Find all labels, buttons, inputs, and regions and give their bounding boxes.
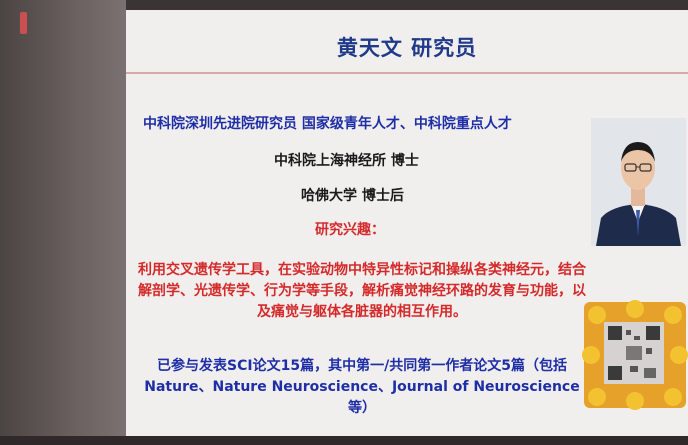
room-left-wall	[0, 0, 126, 445]
room-bottom-edge	[0, 436, 688, 445]
presentation-slide: 黄天文 研究员 中科院深圳先进院研究员 国家级青年人才、中科院重点人才 中科院上…	[126, 10, 688, 436]
portrait-photo	[591, 118, 686, 246]
phd-line: 中科院上海神经所 博士	[274, 153, 419, 169]
qr-code-sunflower	[582, 300, 688, 410]
slide-title: 黄天文 研究员	[336, 36, 478, 60]
title-divider	[126, 72, 688, 74]
publications-paragraph: 已参与发表SCI论文15篇，其中第一/共同第一作者论文5篇（包括Nature、N…	[144, 358, 580, 416]
postdoc-line: 哈佛大学 博士后	[301, 188, 404, 204]
interest-heading: 研究兴趣：	[315, 222, 385, 238]
qr-code-icon	[604, 322, 664, 384]
position-line: 中科院深圳先进院研究员 国家级青年人才、中科院重点人才	[143, 116, 512, 132]
red-indicator-strip	[20, 12, 27, 34]
interest-paragraph: 利用交叉遗传学工具，在实验动物中特异性标记和操纵各类神经元，结合解剖学、光遗传学…	[138, 262, 586, 320]
